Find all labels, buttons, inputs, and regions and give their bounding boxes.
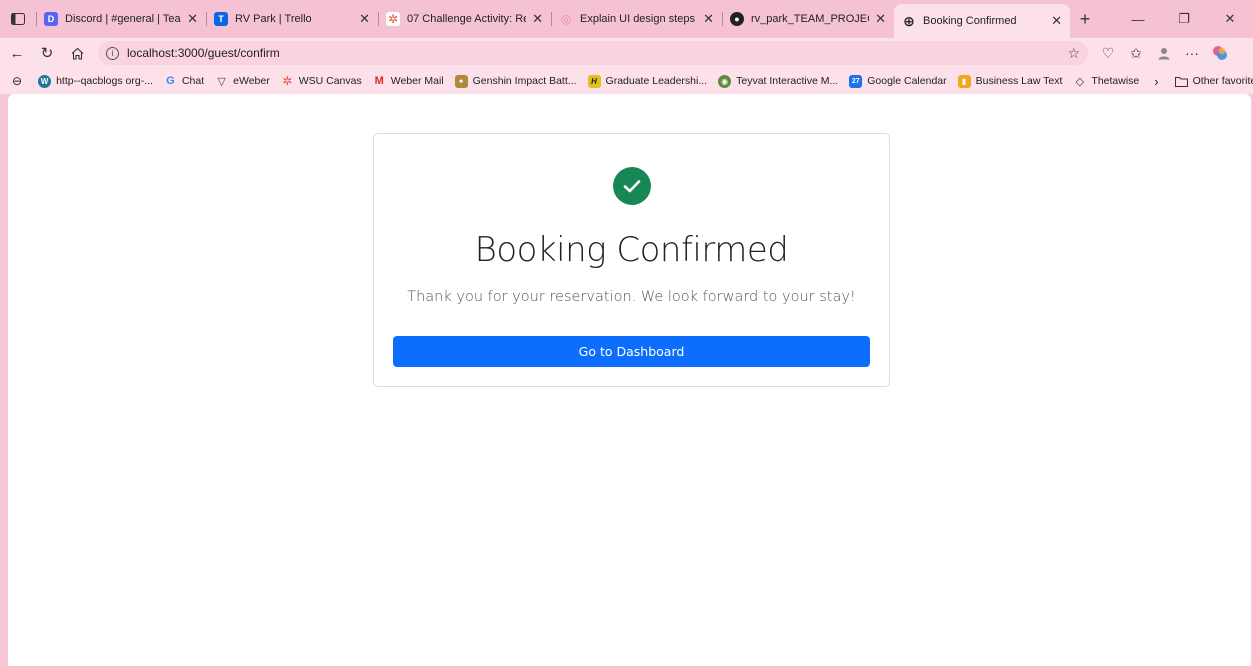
favorite-label: Business Law Text [975,75,1063,87]
more-options-icon[interactable]: ··· [1178,40,1206,66]
home-button[interactable] [64,40,90,66]
favorite-chat[interactable]: G Chat [164,75,204,88]
favorite-label: Other favorites [1192,75,1253,87]
tab-challenge-activity[interactable]: ✲ 07 Challenge Activity: Requir ✕ [378,4,551,34]
favorite-label: Genshin Impact Batt... [472,75,577,87]
favorite-graduate-leadership[interactable]: H Graduate Leadershi... [587,74,708,88]
site-info-icon[interactable]: i [106,46,119,60]
google-icon: G [166,75,175,87]
calendar-icon: 27 [849,74,863,88]
close-tab-icon[interactable]: ✕ [703,11,714,27]
back-button[interactable]: ← [4,40,30,66]
canvas-icon: ✲ [282,74,293,88]
genshin-icon: ✦ [454,74,468,88]
thetawise-icon: ◇ [1075,75,1085,88]
favorite-label: Thetawise [1091,75,1140,87]
wordpress-icon: W [38,74,52,88]
folder-icon [1174,76,1188,87]
tab-title: rv_park_TEAM_PROJECT/serv [751,13,869,25]
profile-icon [1158,48,1170,60]
book-icon: ▮ [957,74,971,88]
back-arrow-icon: ← [9,44,25,62]
favorite-label: Graduate Leadershi... [605,75,708,87]
favorite-genshin[interactable]: ✦ Genshin Impact Batt... [454,74,577,88]
browser-tab-strip: D Discord | #general | Team 1_ ✕ T RV Pa… [0,0,1253,38]
tab-title: Booking Confirmed [923,15,1017,27]
close-tab-icon[interactable]: ✕ [532,11,543,27]
close-tab-icon[interactable]: ✕ [187,11,198,27]
success-check-badge [613,167,651,205]
plus-icon: + [1079,8,1091,29]
sidebar-toggle-icon [11,13,25,25]
new-tab-button[interactable]: + [1070,4,1100,34]
minimize-button[interactable]: — [1115,0,1161,38]
favorite-label: WSU Canvas [298,75,362,87]
collections-icon[interactable]: ⊖ [12,74,22,88]
tab-explain-ui[interactable]: ◎ Explain UI design steps ✕ [551,4,722,34]
copilot-icon[interactable] [1206,40,1234,66]
toolbar-actions: ♡ ✩ ··· [1094,40,1234,66]
go-to-dashboard-button[interactable]: Go to Dashboard [393,336,870,367]
canvas-icon: ✲ [386,12,400,26]
trello-icon: T [214,12,228,26]
teyvat-map-icon: ◉ [718,74,732,88]
browser-essentials-icon[interactable]: ♡ [1094,40,1122,66]
tab-actions-button[interactable] [0,0,36,38]
chevron-right-icon[interactable]: › [1154,74,1158,89]
favorite-qacblogs[interactable]: W http--qacblogs org-... [38,74,153,88]
window-controls: — ❐ ✕ [1115,0,1253,38]
tab-title: Explain UI design steps [580,13,695,25]
discord-icon: D [44,12,58,26]
favorite-label: Google Calendar [867,75,947,87]
favorite-wsu-canvas[interactable]: ✲ WSU Canvas [281,74,362,88]
favorites-bar: ⊖ W http--qacblogs org-... G Chat ▽ eWeb… [0,68,1253,94]
address-bar[interactable]: i localhost:3000/guest/confirm ☆ [98,41,1088,65]
chat-icon: ◎ [560,12,572,26]
address-toolbar: ← ↻ i localhost:3000/guest/confirm ☆ ♡ ✩… [0,38,1253,68]
confirmation-card: Booking Confirmed Thank you for your res… [373,133,890,387]
gmail-icon: M [374,75,384,87]
home-icon [71,47,83,60]
favorite-label: http--qacblogs org-... [56,75,153,87]
close-window-button[interactable]: ✕ [1207,0,1253,38]
favorite-weber-mail[interactable]: M Weber Mail [373,75,444,88]
close-tab-icon[interactable]: ✕ [359,11,370,27]
globe-icon: ⊕ [903,12,915,29]
favorite-teyvat-map[interactable]: ◉ Teyvat Interactive M... [718,74,839,88]
handshake-icon: H [587,74,601,88]
checkmark-icon [623,180,641,193]
favorite-google-calendar[interactable]: 27 Google Calendar [849,74,947,88]
tab-discord[interactable]: D Discord | #general | Team 1_ ✕ [36,4,206,34]
favorite-label: Teyvat Interactive M... [736,75,839,87]
favorite-eweber[interactable]: ▽ eWeber [215,75,270,88]
other-favorites-folder[interactable]: Other favorites [1174,75,1253,87]
restore-button[interactable]: ❐ [1161,0,1207,38]
profile-avatar[interactable] [1150,40,1178,66]
tab-title: 07 Challenge Activity: Requir [407,13,526,25]
favorite-business-law[interactable]: ▮ Business Law Text [957,74,1063,88]
favorite-label: Chat [181,75,205,87]
github-icon: ● [730,12,744,26]
address-url: localhost:3000/guest/confirm [127,46,280,60]
close-tab-icon[interactable]: ✕ [875,11,886,27]
tab-booking-confirmed[interactable]: ⊕ Booking Confirmed ✕ [894,4,1070,38]
tab-github[interactable]: ● rv_park_TEAM_PROJECT/serv ✕ [722,4,894,34]
tab-trello[interactable]: T RV Park | Trello ✕ [206,4,378,34]
close-tab-icon[interactable]: ✕ [1051,13,1062,29]
refresh-icon: ↻ [40,45,54,62]
tab-title: Discord | #general | Team 1_ [65,13,181,25]
refresh-button[interactable]: ↻ [34,40,60,66]
favorite-star-icon[interactable]: ☆ [1067,45,1080,62]
page-title: Booking Confirmed [474,230,789,270]
tab-title: RV Park | Trello [235,13,312,25]
favorites-icon[interactable]: ✩ [1122,40,1150,66]
page-viewport: Booking Confirmed Thank you for your res… [8,94,1251,666]
copilot-logo-icon [1213,46,1227,60]
favorite-thetawise[interactable]: ◇ Thetawise [1073,75,1140,88]
favorite-label: eWeber [233,75,270,87]
favorite-label: Weber Mail [390,75,444,87]
weber-shield-icon: ▽ [217,75,226,88]
confirmation-message: Thank you for your reservation. We look … [407,289,856,305]
